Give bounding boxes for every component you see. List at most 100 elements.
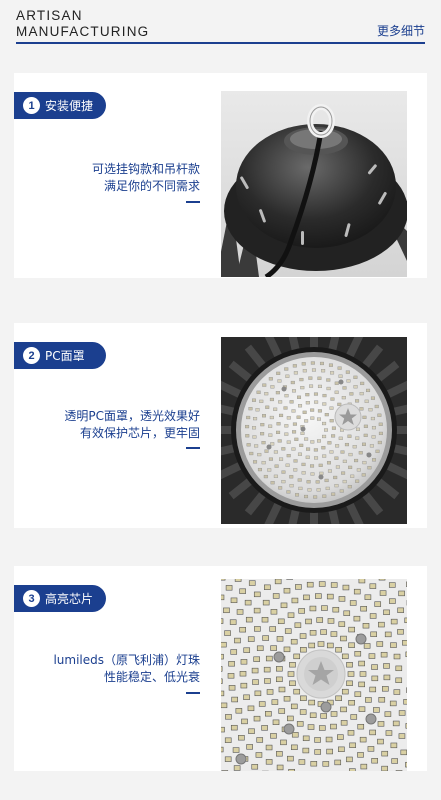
- led-chip: [284, 424, 289, 428]
- led-chip: [299, 443, 304, 447]
- led-chip: [243, 694, 250, 700]
- led-chip: [246, 415, 251, 420]
- led-chip: [342, 459, 347, 463]
- led-chip: [236, 609, 244, 615]
- feature-description: 可选挂钩款和吊杆款 满足你的不同需求: [92, 161, 200, 195]
- led-chip: [278, 708, 286, 714]
- led-chip: [254, 626, 261, 632]
- led-chip: [276, 371, 281, 375]
- led-chip: [258, 701, 266, 707]
- led-chip: [353, 615, 361, 622]
- led-chip: [377, 721, 385, 727]
- description-line: lumileds（原飞利浦）灯珠: [53, 653, 200, 667]
- led-chip: [321, 369, 326, 373]
- description-line: 满足你的不同需求: [103, 179, 200, 193]
- led-chip: [368, 653, 376, 659]
- led-chip: [334, 484, 339, 488]
- led-chip: [303, 594, 310, 601]
- feature-number-badge: 1: [23, 97, 40, 114]
- led-chip: [311, 368, 316, 372]
- led-chip: [291, 409, 296, 413]
- led-chip: [253, 607, 261, 614]
- led-chip: [337, 402, 342, 406]
- led-chip: [320, 629, 327, 635]
- led-chip: [292, 422, 297, 426]
- led-chip: [221, 690, 225, 697]
- led-chip: [392, 720, 400, 727]
- led-chip: [264, 392, 269, 396]
- led-chip: [385, 730, 393, 736]
- led-chip: [294, 622, 302, 628]
- led-chip: [302, 369, 307, 373]
- led-chip: [360, 763, 368, 770]
- led-chip: [383, 674, 391, 681]
- led-chip: [290, 380, 295, 385]
- led-chip: [289, 400, 294, 404]
- led-chip: [297, 452, 302, 456]
- led-chip: [369, 583, 377, 589]
- led-chip: [248, 407, 253, 411]
- led-chip: [404, 617, 407, 624]
- led-chip: [322, 494, 327, 498]
- led-chip: [234, 637, 241, 644]
- led-chip: [306, 447, 311, 451]
- led-chip: [318, 463, 323, 467]
- led-chip: [325, 486, 330, 491]
- led-chip: [245, 616, 253, 623]
- led-chip: [383, 609, 390, 616]
- led-chip: [333, 475, 338, 480]
- led-chip: [304, 494, 309, 499]
- led-chip: [264, 678, 271, 684]
- led-chip: [314, 749, 322, 755]
- led-chip: [232, 747, 240, 753]
- led-chip: [330, 582, 338, 588]
- led-chip: [354, 458, 359, 463]
- led-chip: [223, 607, 230, 614]
- led-chip: [283, 696, 291, 702]
- led-chip: [380, 651, 388, 658]
- led-chip: [293, 459, 298, 463]
- led-chip: [377, 738, 384, 745]
- led-chip: [300, 647, 307, 653]
- led-chip: [274, 579, 282, 585]
- led-chip: [286, 440, 291, 444]
- feature-tag: 3 高亮芯片: [14, 585, 106, 612]
- led-chip: [369, 613, 377, 619]
- led-chip: [302, 410, 307, 414]
- led-chip: [291, 744, 298, 751]
- led-chip: [296, 415, 301, 419]
- more-details-link[interactable]: 更多细节: [377, 22, 425, 39]
- led-chip: [362, 460, 367, 465]
- led-chip: [293, 688, 301, 695]
- led-chip: [253, 656, 260, 662]
- led-chip: [372, 458, 377, 462]
- led-chip: [363, 433, 368, 437]
- led-chip: [398, 590, 405, 597]
- led-chip: [341, 471, 346, 475]
- led-chip: [268, 457, 273, 461]
- led-chip: [355, 427, 360, 431]
- led-chip: [309, 712, 317, 718]
- led-chip: [299, 633, 307, 639]
- led-chip: [370, 396, 375, 400]
- led-chip: [345, 370, 350, 374]
- led-chip: [327, 441, 332, 445]
- led-chip: [231, 696, 238, 703]
- led-chip: [265, 655, 273, 662]
- led-chip: [240, 659, 248, 665]
- led-chip: [310, 464, 315, 468]
- led-chip: [348, 465, 353, 469]
- led-chip: [374, 601, 382, 607]
- led-chip: [314, 456, 319, 460]
- led-chip: [284, 394, 289, 398]
- led-chip: [224, 756, 232, 762]
- led-chip: [325, 736, 333, 743]
- led-chip: [378, 431, 383, 436]
- led-chip: [334, 381, 339, 385]
- led-chip: [276, 751, 283, 757]
- feature-description: 透明PC面罩，透光效果好 有效保护芯片，更牢固: [64, 408, 200, 442]
- led-chip: [328, 363, 333, 367]
- led-chip: [362, 623, 370, 629]
- led-chip: [248, 580, 256, 586]
- led-chip: [356, 468, 361, 472]
